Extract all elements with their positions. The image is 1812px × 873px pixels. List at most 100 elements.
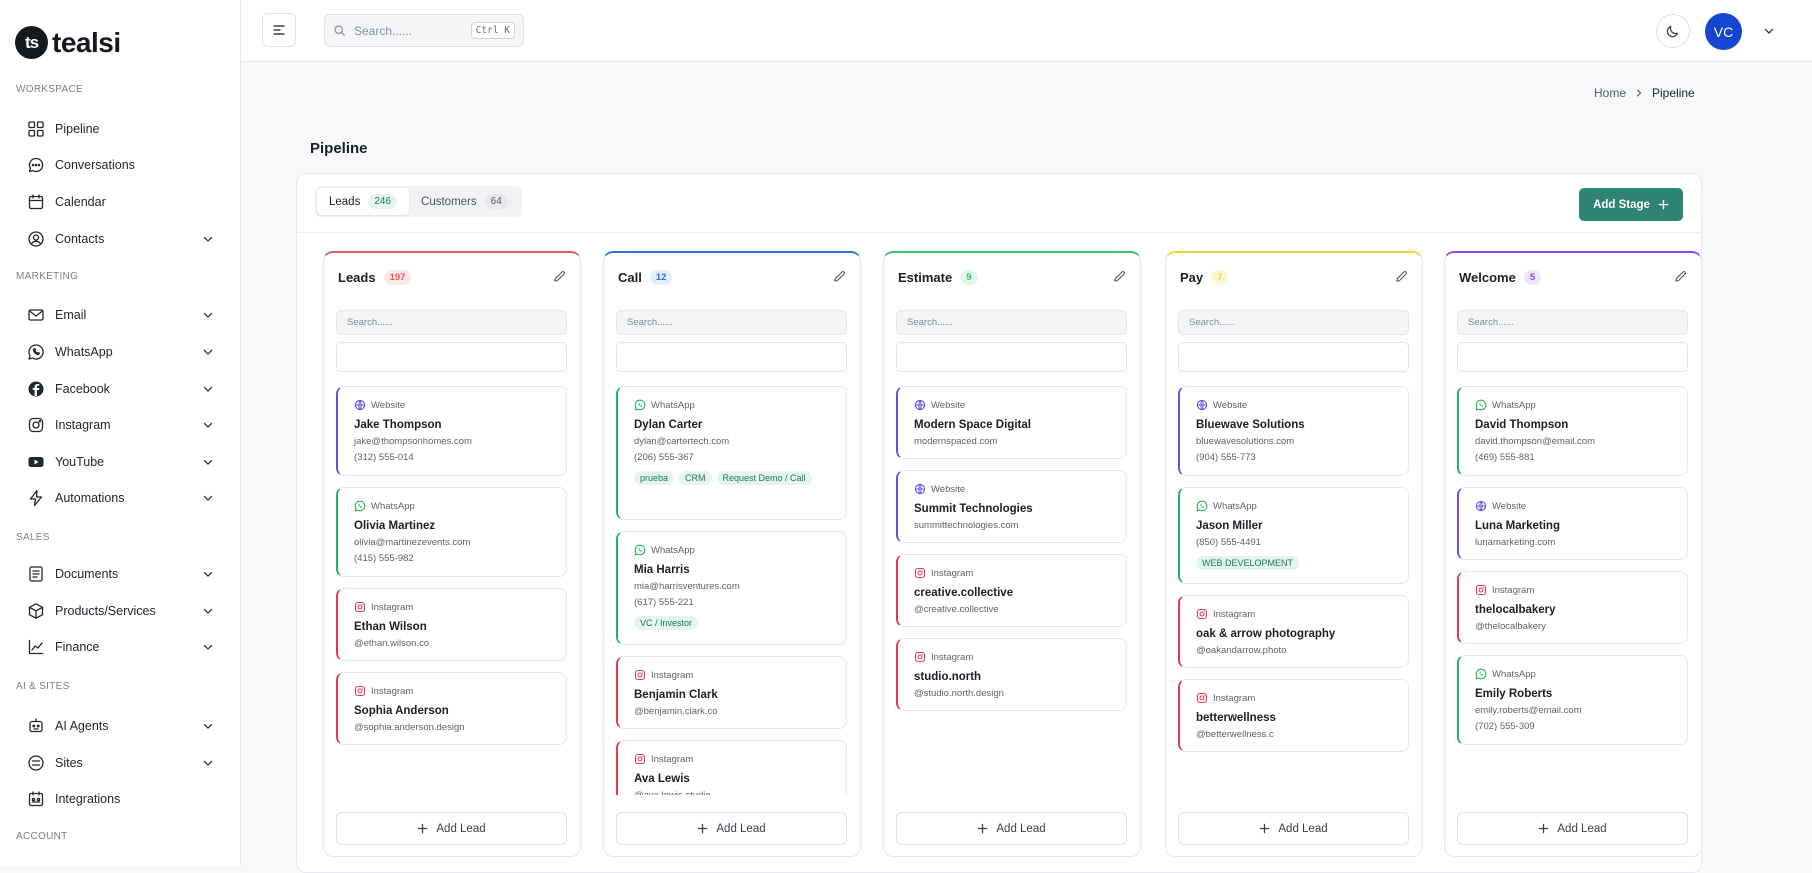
lead-card[interactable]: Instagram oak & arrow photography @oakanda… bbox=[1178, 595, 1409, 668]
lead-card[interactable]: Instagram studio.north @studio.north.desig… bbox=[896, 638, 1127, 711]
lead-card[interactable]: Website Summit Technologies summittechnolo… bbox=[896, 470, 1127, 543]
card-source-label: Website bbox=[931, 483, 966, 495]
box-icon bbox=[27, 602, 45, 620]
lead-card[interactable]: Instagram Sophia Anderson @sophia.anderson… bbox=[336, 672, 567, 745]
sidebar-item-facebook[interactable]: Facebook bbox=[27, 376, 215, 402]
menu-toggle-button[interactable] bbox=[262, 13, 296, 47]
card-name: Bluewave Solutions bbox=[1196, 419, 1305, 431]
card-source-label: Instagram bbox=[1492, 584, 1535, 596]
lead-card[interactable]: Instagram Ethan Wilson @ethan.wilson.co bbox=[336, 588, 567, 661]
sidebar-item-documents[interactable]: Documents bbox=[27, 561, 215, 587]
theme-toggle-button[interactable] bbox=[1656, 14, 1690, 48]
chevron-down-icon[interactable] bbox=[1762, 24, 1776, 38]
sidebar-item-pipeline[interactable]: Pipeline bbox=[27, 116, 215, 142]
column-filter-input[interactable] bbox=[336, 342, 567, 372]
card-detail: emily.roberts@email.com bbox=[1475, 705, 1582, 716]
card-name: Benjamin Clark bbox=[634, 689, 718, 701]
instagram-icon bbox=[354, 685, 366, 697]
chevron-right-icon bbox=[1636, 89, 1642, 97]
sidebar-item-automations[interactable]: Automations bbox=[27, 485, 215, 511]
chevron-down-icon bbox=[203, 349, 213, 355]
sidebar-item-finance[interactable]: Finance bbox=[27, 634, 215, 660]
user-avatar[interactable]: VC bbox=[1705, 13, 1742, 50]
add-lead-button[interactable]: Add Lead bbox=[616, 812, 847, 845]
card-list: WhatsApp David Thompson david.thompson@ema… bbox=[1457, 386, 1688, 795]
lead-card[interactable]: WhatsApp Olivia Martinez olivia@martinezev… bbox=[336, 487, 567, 577]
sidebar-item-label: Finance bbox=[55, 640, 100, 654]
sidebar-item-whatsapp[interactable]: WhatsApp bbox=[27, 339, 215, 365]
column-search-input[interactable]: Search...... bbox=[1178, 310, 1409, 335]
add-lead-button[interactable]: Add Lead bbox=[1457, 812, 1688, 845]
lead-card[interactable]: Website Bluewave Solutions bluewavesolutio… bbox=[1178, 386, 1409, 476]
column-filter-input[interactable] bbox=[616, 342, 847, 372]
sidebar-item-email[interactable]: Email bbox=[27, 302, 215, 328]
logo[interactable]: ts tealsi bbox=[15, 26, 121, 59]
sidebar-item-youtube[interactable]: YouTube bbox=[27, 449, 215, 475]
card-name: Mia Harris bbox=[634, 564, 690, 576]
lead-card[interactable]: Instagram Ava Lewis @ava.lewis.studio bbox=[616, 740, 847, 795]
lead-card[interactable]: WhatsApp Emily Roberts emily.roberts@email… bbox=[1457, 655, 1688, 745]
lead-card[interactable]: Website Jake Thompson jake@thompsonhomes.c… bbox=[336, 386, 567, 476]
lead-card[interactable]: WhatsApp Dylan Carter dylan@cartertech.com… bbox=[616, 386, 847, 520]
lead-card[interactable]: WhatsApp Jason Miller (850) 555-4491 WEB DE… bbox=[1178, 487, 1409, 584]
column-search-input[interactable]: Search...... bbox=[336, 310, 567, 335]
topbar: Search...... Ctrl K VC bbox=[241, 0, 1812, 62]
card-source: WhatsApp bbox=[354, 500, 566, 512]
card-source: Instagram bbox=[1475, 584, 1687, 596]
column-title: Call bbox=[618, 270, 642, 285]
sidebar-item-ai-agents[interactable]: AI Agents bbox=[27, 713, 215, 739]
edit-icon[interactable] bbox=[553, 270, 566, 283]
column-search-input[interactable]: Search...... bbox=[896, 310, 1127, 335]
column-filter-input[interactable] bbox=[1178, 342, 1409, 372]
column-count-badge: 197 bbox=[383, 270, 412, 285]
lead-card[interactable]: Instagram creative.collective @creative.co… bbox=[896, 554, 1127, 627]
lead-card[interactable]: WhatsApp David Thompson david.thompson@ema… bbox=[1457, 386, 1688, 476]
sidebar-item-sites[interactable]: Sites bbox=[27, 750, 215, 776]
add-lead-button[interactable]: Add Lead bbox=[1178, 812, 1409, 845]
sidebar-item-conversations[interactable]: Conversations bbox=[27, 152, 215, 178]
globe-icon bbox=[914, 483, 926, 495]
add-lead-label: Add Lead bbox=[436, 822, 486, 835]
sidebar-item-calendar[interactable]: Calendar bbox=[27, 189, 215, 215]
tab-customers[interactable]: Customers 64 bbox=[409, 188, 520, 215]
edit-icon[interactable] bbox=[833, 270, 846, 283]
lead-card[interactable]: WhatsApp Mia Harris mia@harrisventures.com… bbox=[616, 531, 847, 645]
sidebar-item-instagram[interactable]: Instagram bbox=[27, 412, 215, 438]
lead-card[interactable]: Instagram Benjamin Clark @benjamin.clark.c… bbox=[616, 656, 847, 729]
lead-card[interactable]: Instagram betterwellness @betterwellness.c bbox=[1178, 679, 1409, 752]
chart-line-icon bbox=[27, 638, 45, 656]
breadcrumb-home[interactable]: Home bbox=[1594, 86, 1626, 100]
card-source-label: Website bbox=[1213, 399, 1248, 411]
add-lead-button[interactable]: Add Lead bbox=[896, 812, 1127, 845]
tab-leads[interactable]: Leads 246 bbox=[317, 188, 410, 215]
add-stage-button[interactable]: Add Stage bbox=[1579, 188, 1683, 221]
edit-icon[interactable] bbox=[1395, 270, 1408, 283]
sidebar-item-integrations[interactable]: Integrations bbox=[27, 786, 215, 812]
column-search-input[interactable]: Search...... bbox=[1457, 310, 1688, 335]
lead-card[interactable]: Website Modern Space Digital modernspaced.… bbox=[896, 386, 1127, 459]
column-filter-input[interactable] bbox=[1457, 342, 1688, 372]
card-detail: bluewavesolutions.com bbox=[1196, 436, 1295, 447]
lead-card[interactable]: Instagram thelocalbakery @thelocalbakery bbox=[1457, 571, 1688, 644]
calendar-icon bbox=[27, 193, 45, 211]
sidebar-item-contacts[interactable]: Contacts bbox=[27, 226, 215, 252]
sidebar-item-label: Conversations bbox=[55, 158, 135, 172]
lead-card[interactable]: Website Luna Marketing lunamarketing.com bbox=[1457, 487, 1688, 560]
column-search-input[interactable]: Search...... bbox=[616, 310, 847, 335]
card-detail: (469) 555-881 bbox=[1475, 452, 1535, 463]
chevron-down-icon bbox=[203, 608, 213, 614]
card-detail: @studio.north.design bbox=[914, 688, 1004, 699]
edit-icon[interactable] bbox=[1113, 270, 1126, 283]
column-header: Leads 197 bbox=[338, 270, 412, 285]
whatsapp-icon bbox=[1475, 399, 1487, 411]
instagram-icon bbox=[1475, 584, 1487, 596]
card-source: Instagram bbox=[914, 651, 1126, 663]
global-search[interactable]: Search...... Ctrl K bbox=[324, 14, 524, 47]
card-source-label: WhatsApp bbox=[1213, 500, 1257, 512]
chevron-down-icon bbox=[203, 422, 213, 428]
add-stage-label: Add Stage bbox=[1593, 198, 1650, 211]
add-lead-button[interactable]: Add Lead bbox=[336, 812, 567, 845]
edit-icon[interactable] bbox=[1674, 270, 1687, 283]
column-filter-input[interactable] bbox=[896, 342, 1127, 372]
sidebar-item-products-services[interactable]: Products/Services bbox=[27, 598, 215, 624]
